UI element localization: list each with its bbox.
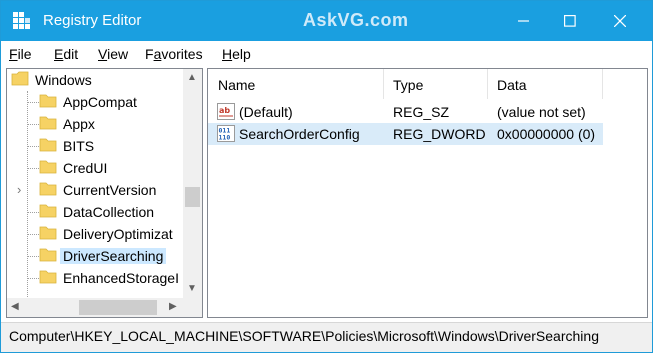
tree-item-appx[interactable]: Appx <box>7 113 187 135</box>
menu-bar: File Edit View Favorites Help <box>1 41 652 67</box>
tree-item-credui[interactable]: CredUI <box>7 157 187 179</box>
registry-path: Computer\HKEY_LOCAL_MACHINE\SOFTWARE\Pol… <box>9 328 599 344</box>
menu-help[interactable]: Help <box>222 46 251 62</box>
value-type: REG_SZ <box>393 104 450 120</box>
tree-item-label: AppCompat <box>63 94 137 110</box>
menu-file[interactable]: File <box>9 46 32 62</box>
folder-icon <box>39 116 57 130</box>
folder-icon <box>39 94 57 108</box>
scroll-down-icon[interactable]: ▼ <box>187 283 197 294</box>
tree-item-windows[interactable]: Windows <box>7 69 187 91</box>
status-bar: Computer\HKEY_LOCAL_MACHINE\SOFTWARE\Pol… <box>1 322 652 352</box>
tree-item-deliveryoptimization[interactable]: DeliveryOptimizat <box>7 223 187 245</box>
key-tree-pane[interactable]: Windows AppCompat Appx BITS CredUI › Cur… <box>6 68 203 318</box>
tree-horizontal-scrollbar[interactable]: ◀ ▶ <box>7 298 183 317</box>
tree-branch-line <box>27 102 39 103</box>
tree-item-label: DriverSearching <box>60 248 167 264</box>
tree-branch-line <box>27 256 39 257</box>
value-row-selected[interactable]: 011 110 SearchOrderConfig REG_DWORD 0x00… <box>208 123 603 145</box>
svg-text:ab: ab <box>219 106 230 115</box>
column-header-name[interactable]: Name <box>208 69 383 99</box>
column-header-label: Name <box>218 77 256 93</box>
value-data: (value not set) <box>497 104 586 120</box>
folder-icon <box>39 226 57 240</box>
menu-view[interactable]: View <box>98 46 128 62</box>
close-icon <box>614 15 626 27</box>
scroll-left-icon[interactable]: ◀ <box>11 301 19 312</box>
values-list-pane[interactable]: Name Type Data ab (Default) REG_SZ (valu… <box>207 68 648 318</box>
tree-item-currentversion[interactable]: › CurrentVersion <box>7 179 187 201</box>
tree-item-label: EnhancedStorageI <box>63 270 179 286</box>
folder-icon <box>39 270 57 284</box>
folder-icon <box>39 248 57 262</box>
tree-item-label: Windows <box>35 72 92 88</box>
dword-value-icon: 011 110 <box>217 125 235 142</box>
svg-text:110: 110 <box>219 134 231 142</box>
tree-branch-line <box>27 168 39 169</box>
tree-item-appcompat[interactable]: AppCompat <box>7 91 187 113</box>
minimize-icon <box>518 20 529 22</box>
column-header-data[interactable]: Data <box>487 69 602 99</box>
tree-item-label: CurrentVersion <box>63 182 157 198</box>
column-header-type[interactable]: Type <box>383 69 487 99</box>
value-data: 0x00000000 (0) <box>497 126 596 142</box>
chevron-right-icon[interactable]: › <box>17 182 21 197</box>
column-header-label: Data <box>497 77 527 93</box>
tree-branch-line <box>27 234 39 235</box>
tree-item-label: DeliveryOptimizat <box>63 226 173 242</box>
tree-branch-line <box>27 278 39 279</box>
tree-branch-line <box>27 212 39 213</box>
registry-app-icon <box>13 12 30 29</box>
column-divider[interactable] <box>602 69 603 99</box>
folder-open-icon <box>11 71 29 86</box>
window-title: Registry Editor <box>43 12 142 29</box>
registry-editor-window: Registry Editor AskVG.com File Edit View… <box>0 0 653 353</box>
tree-branch-line <box>27 124 39 125</box>
folder-icon <box>39 204 57 218</box>
tree-item-label: BITS <box>63 138 95 154</box>
watermark-text: AskVG.com <box>303 10 409 30</box>
value-type: REG_DWORD <box>393 126 486 142</box>
tree-item-bits[interactable]: BITS <box>7 135 187 157</box>
tree-item-label: Appx <box>63 116 95 132</box>
tree-item-enhancedstorage[interactable]: EnhancedStorageI <box>7 267 187 289</box>
scroll-up-icon[interactable]: ▲ <box>187 72 197 83</box>
close-button[interactable] <box>597 1 643 41</box>
column-header-label: Type <box>393 77 424 93</box>
value-name: SearchOrderConfig <box>239 126 360 142</box>
minimize-button[interactable] <box>501 1 547 41</box>
tree-item-datacollection[interactable]: DataCollection <box>7 201 187 223</box>
tree-item-label: CredUI <box>63 160 108 176</box>
scroll-right-icon[interactable]: ▶ <box>169 301 177 312</box>
string-value-icon: ab <box>217 103 235 120</box>
menu-favorites[interactable]: Favorites <box>145 46 203 62</box>
tree-item-label: DataCollection <box>63 204 155 220</box>
maximize-icon <box>564 15 576 27</box>
menu-edit[interactable]: Edit <box>54 46 78 62</box>
scroll-thumb[interactable] <box>185 187 200 207</box>
tree-branch-line <box>27 146 39 147</box>
maximize-button[interactable] <box>547 1 593 41</box>
folder-icon <box>39 160 57 174</box>
folder-icon <box>39 182 57 196</box>
title-bar[interactable]: Registry Editor AskVG.com <box>1 1 652 41</box>
scroll-thumb[interactable] <box>79 300 157 315</box>
value-name: (Default) <box>239 104 293 120</box>
value-row[interactable]: ab (Default) REG_SZ (value not set) <box>208 101 603 123</box>
scrollbar-corner <box>183 298 202 317</box>
tree-vertical-scrollbar[interactable]: ▲ ▼ <box>183 69 202 298</box>
folder-icon <box>39 138 57 152</box>
tree-item-driversearching[interactable]: DriverSearching <box>7 245 187 267</box>
